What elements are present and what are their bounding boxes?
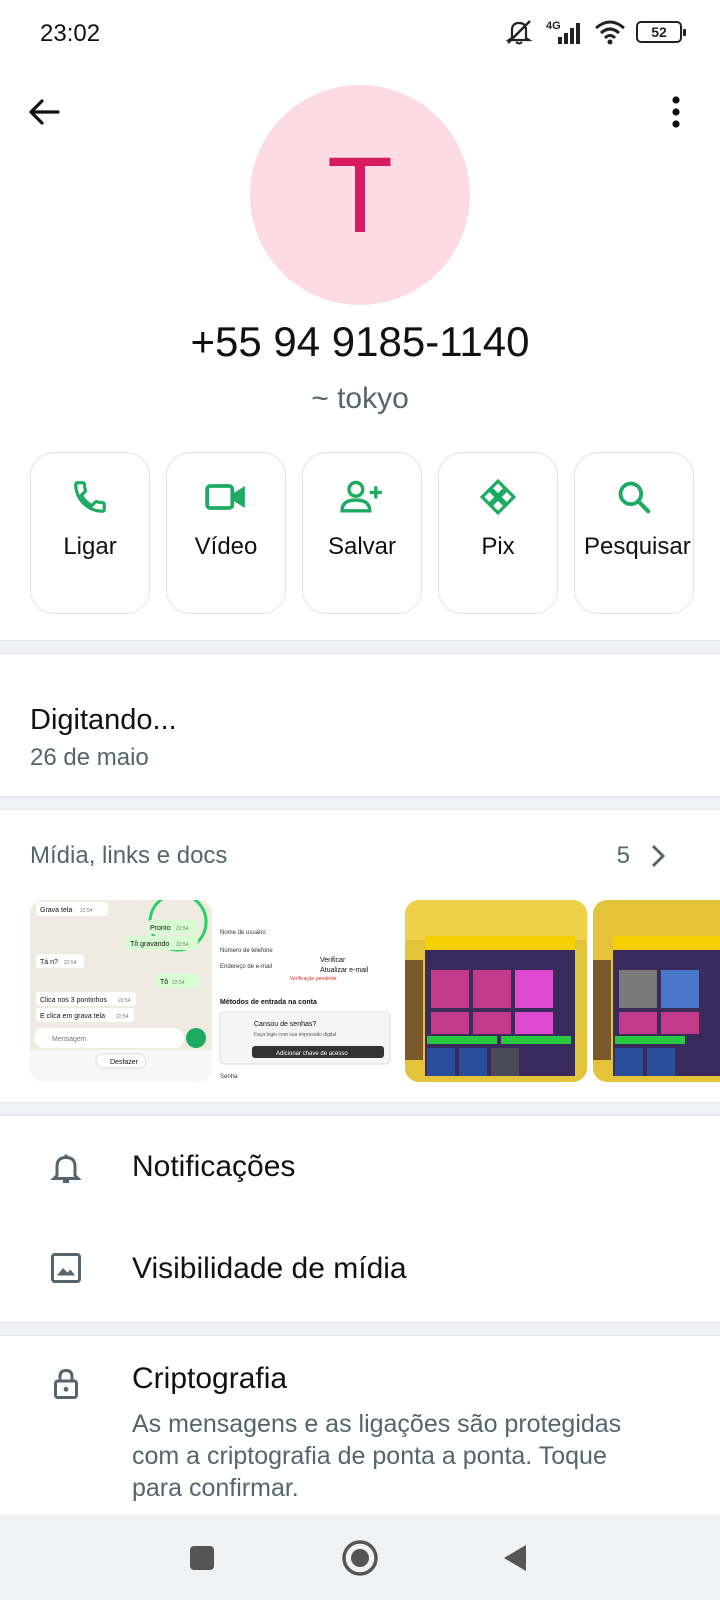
pix-icon — [479, 478, 517, 516]
contact-avatar[interactable]: T — [250, 85, 470, 305]
section-divider — [0, 1322, 720, 1336]
back-arrow-icon — [29, 99, 60, 125]
keyboard-undo: Desfazer — [110, 1059, 139, 1066]
media-thumbnail-game-1[interactable] — [405, 900, 587, 1082]
about-status: Digitando... — [30, 704, 177, 736]
video-label: Vídeo — [194, 533, 258, 560]
video-icon — [205, 484, 245, 510]
signal-icon: 4G — [546, 20, 580, 44]
battery-icon: 52 — [636, 21, 686, 43]
media-thumbnails: Grava tela 22:54 Pronto 22:54 Tô gravand… — [30, 900, 720, 1082]
system-nav-bar — [0, 1514, 720, 1600]
chat-input-placeholder: Mensagem — [52, 1036, 87, 1043]
phone-icon — [74, 481, 106, 513]
media-more-button[interactable] — [648, 842, 668, 870]
chat-msg-clica-1: Clica nos 3 pontinhos — [40, 997, 107, 1004]
call-button[interactable]: Ligar — [30, 452, 150, 614]
media-visibility-label: Visibilidade de mídia — [132, 1252, 407, 1285]
chat-msg-tan: Tá n? — [40, 959, 58, 966]
status-bar: 23:02 4G 52 — [0, 0, 720, 66]
game-screenshot-image — [405, 900, 587, 1082]
action-buttons: Ligar Vídeo Salvar Pix Pesquisar — [30, 452, 694, 614]
more-vert-icon — [672, 96, 680, 128]
media-title[interactable]: Mídia, links e docs — [30, 842, 227, 870]
search-label: Pesquisar — [584, 533, 691, 560]
contact-name: ~ tokyo — [311, 382, 409, 415]
chat-msg-gravando-time: 22:54 — [176, 942, 189, 948]
add-person-icon — [340, 480, 382, 513]
chat-msg-tan-time: 22:54 — [64, 960, 77, 966]
about-date: 26 de maio — [30, 744, 149, 771]
section-divider — [0, 640, 720, 654]
save-contact-button[interactable]: Salvar — [302, 452, 422, 614]
doc-line-3: Endereço de e-mail — [220, 964, 272, 970]
chat-msg-1-time: 22:54 — [80, 908, 93, 914]
encryption-description: As mensagens e as ligações são protegida… — [132, 1410, 622, 1502]
chat-msg-1: Grava tela — [40, 907, 72, 914]
chat-msg-clica-2: E clica em grava tela — [40, 1013, 105, 1020]
media-count[interactable]: 5 — [617, 842, 630, 870]
media-thumbnail-document[interactable]: Nome de usuário Número de telefone Ender… — [218, 900, 400, 1082]
save-label: Salvar — [327, 533, 397, 560]
lock-icon — [54, 1368, 78, 1399]
recents-button[interactable] — [180, 1536, 224, 1580]
doc-line-1: Nome de usuário — [220, 930, 266, 936]
pix-label: Pix — [481, 533, 515, 560]
section-divider — [0, 796, 720, 810]
home-circle-icon — [342, 1540, 378, 1576]
more-options-button[interactable] — [666, 94, 686, 134]
game-screenshot-image-2 — [593, 900, 720, 1082]
status-icons: 4G 52 — [504, 18, 686, 46]
avatar-letter: T — [327, 134, 393, 255]
doc-update-email: Atualizar e-mail — [320, 967, 369, 974]
chat-msg-pronto: Pronto — [150, 925, 171, 932]
media-thumbnail-chat[interactable]: Grava tela 22:54 Pronto 22:54 Tô gravand… — [30, 900, 212, 1082]
doc-line-2: Número de telefone — [220, 948, 273, 954]
chevron-right-icon — [651, 844, 666, 868]
chat-msg-clica-1-time: 22:54 — [118, 998, 131, 1004]
media-visibility-row[interactable]: Visibilidade de mídia — [0, 1222, 720, 1322]
encryption-label: Criptografia — [132, 1362, 288, 1395]
call-label: Ligar — [63, 533, 117, 560]
pix-button[interactable]: Pix — [438, 452, 558, 614]
contact-phone: +55 94 9185-1140 — [190, 318, 530, 365]
doc-tired: Cansou de senhas? — [254, 1021, 316, 1028]
video-call-button[interactable]: Vídeo — [166, 452, 286, 614]
chat-screenshot-image: Grava tela 22:54 Pronto 22:54 Tô gravand… — [30, 900, 212, 1082]
doc-verify: Verificar — [320, 957, 346, 964]
notifications-row[interactable]: Notificações — [0, 1120, 720, 1220]
chat-msg-gravando: Tô gravando — [130, 941, 169, 948]
doc-section: Métodos de entrada na conta — [220, 999, 317, 1006]
search-button[interactable]: Pesquisar — [574, 452, 694, 614]
network-label: 4G — [546, 20, 561, 32]
square-icon — [190, 1546, 214, 1570]
notifications-label: Notificações — [132, 1150, 296, 1183]
doc-pending: Verificação pendente — [290, 976, 337, 982]
bell-icon — [50, 1154, 82, 1183]
media-thumbnail-game-2[interactable] — [593, 900, 720, 1082]
chat-msg-to-time: 22:54 — [172, 980, 185, 986]
search-icon — [618, 481, 651, 514]
doc-password: Senha — [220, 1074, 238, 1080]
status-time: 23:02 — [40, 20, 101, 47]
section-divider — [0, 1102, 720, 1116]
chat-msg-clica-2-time: 22:54 — [116, 1014, 129, 1020]
triangle-back-icon — [504, 1545, 526, 1571]
mute-icon — [505, 20, 533, 45]
doc-tired-desc: Faça login com sua impressão digital — [254, 1032, 336, 1038]
chat-msg-pronto-time: 22:54 — [176, 926, 189, 932]
back-button[interactable] — [24, 92, 64, 132]
back-nav-button[interactable] — [494, 1536, 538, 1580]
image-icon — [51, 1253, 81, 1283]
document-screenshot-image: Nome de usuário Número de telefone Ender… — [218, 900, 400, 1082]
chat-msg-to: Tô — [160, 979, 168, 986]
home-button[interactable] — [338, 1536, 382, 1580]
wifi-icon — [595, 20, 625, 45]
doc-add-key: Adicionar chave de acesso — [276, 1051, 348, 1057]
